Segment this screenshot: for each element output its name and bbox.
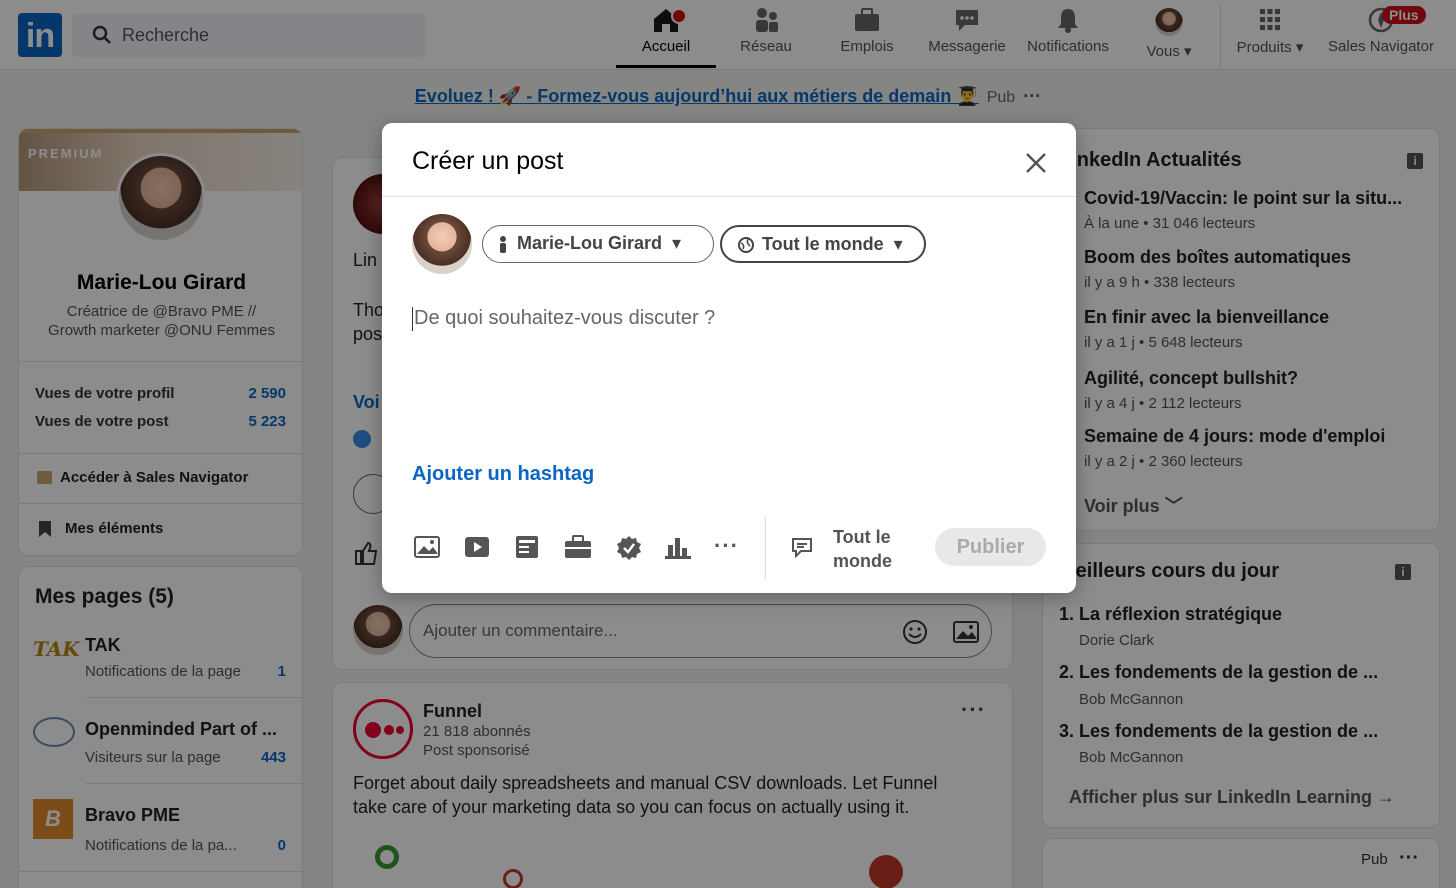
person-icon <box>500 236 506 254</box>
audience-label: Tout le monde <box>762 234 884 254</box>
video-icon[interactable] <box>464 535 490 559</box>
add-hashtag-link[interactable]: Ajouter un hashtag <box>412 463 594 486</box>
text-cursor <box>412 307 413 331</box>
globe-icon <box>738 237 754 254</box>
author-name: Marie-Lou Girard <box>517 233 663 253</box>
publish-button[interactable]: Publier <box>935 528 1046 566</box>
chevron-down-icon: ▾ <box>672 233 682 253</box>
post-textarea[interactable]: De quoi souhaitez-vous discuter ? <box>414 307 715 330</box>
comment-scope-line-1: Tout le <box>833 527 891 547</box>
poll-icon[interactable] <box>665 535 691 559</box>
document-icon[interactable] <box>514 535 540 559</box>
modal-header: Créer un post <box>382 123 1076 197</box>
more-options-icon[interactable]: ··· <box>714 533 739 559</box>
job-icon[interactable] <box>564 535 592 559</box>
photo-icon[interactable] <box>414 535 440 559</box>
author-avatar <box>412 214 472 274</box>
create-post-modal: Créer un post Marie-Lou Girard ▾ Tout le … <box>382 123 1076 593</box>
comment-scope-button[interactable]: Tout le monde <box>833 525 892 573</box>
comment-icon[interactable] <box>790 536 814 558</box>
modal-title: Créer un post <box>412 147 564 175</box>
close-icon[interactable] <box>1024 151 1048 175</box>
author-selector[interactable]: Marie-Lou Girard ▾ <box>482 225 714 263</box>
toolbar-divider <box>765 517 766 579</box>
chevron-down-icon: ▾ <box>893 234 903 254</box>
celebrate-icon[interactable] <box>616 535 642 561</box>
comment-scope-line-2: monde <box>833 551 893 571</box>
audience-selector[interactable]: Tout le monde ▾ <box>720 225 926 263</box>
